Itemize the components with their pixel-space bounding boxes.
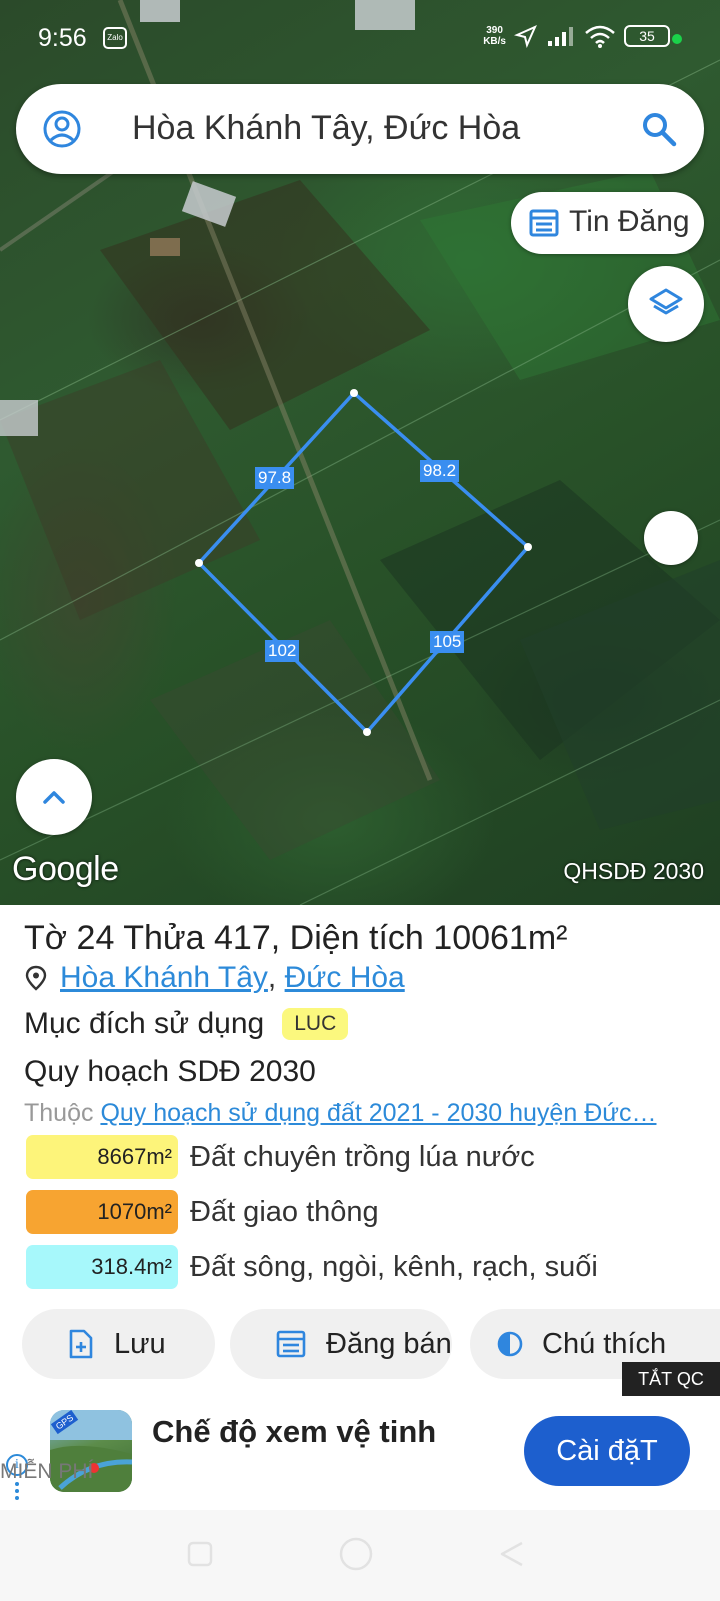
land-use-area: 318.4m² <box>26 1245 178 1289</box>
plan-source: Thuộc Quy hoạch sử dụng đất 2021 - 2030 … <box>24 1099 657 1127</box>
land-use-area: 1070m² <box>26 1190 178 1234</box>
google-logo: Google <box>12 850 119 888</box>
land-use-row: 1070m² Đất giao thông <box>26 1190 379 1234</box>
edge-label: 97.8 <box>255 467 295 489</box>
land-use-row: 8667m² Đất chuyên trồng lúa nước <box>26 1135 535 1179</box>
active-layer-name: QHSDĐ 2030 <box>563 858 704 884</box>
ad-options-icon[interactable] <box>15 1482 19 1503</box>
parcel-title: Tờ 24 Thửa 417, Diện tích 10061m² <box>24 919 568 957</box>
ad-title: Chế độ xem vệ tinh <box>152 1414 437 1449</box>
overlay-opacity-slider-handle[interactable] <box>644 511 698 565</box>
account-icon[interactable] <box>42 109 82 149</box>
map-layers-button[interactable] <box>628 266 704 342</box>
land-use-label: Đất giao thông <box>190 1195 379 1228</box>
land-use-label: Đất sông, ngòi, kênh, rạch, suối <box>190 1250 598 1283</box>
expand-sheet-button[interactable] <box>16 759 92 835</box>
ad-subtitle: MIỄN PHÍ <box>0 1460 94 1483</box>
contrast-icon <box>497 1331 523 1357</box>
plot-number: 417 <box>214 919 271 957</box>
land-use-row: 318.4m² Đất sông, ngòi, kênh, rạch, suối <box>26 1245 598 1289</box>
location-arrow-icon <box>514 25 537 48</box>
sheet-number: 24 <box>76 919 115 957</box>
purpose-code-badge: LUC <box>282 1008 349 1040</box>
post-sale-button[interactable]: Đăng bán <box>230 1309 452 1379</box>
news-listings-label: Tin Đăng <box>569 205 690 238</box>
satellite-map[interactable]: 97.8 98.2 102 105 9:56 Zalo 390 KB/s 35 <box>0 0 720 905</box>
plan-source-link[interactable]: Quy hoạch sử dụng đất 2021 - 2030 huyện … <box>100 1099 656 1127</box>
parcel-area: 10061m² <box>433 919 568 957</box>
back-icon[interactable] <box>498 1540 526 1568</box>
land-use-area: 8667m² <box>26 1135 178 1179</box>
install-button[interactable]: Cài đặT <box>524 1416 690 1486</box>
zalo-notification-icon: Zalo <box>103 27 127 49</box>
land-use-purpose: Mục đích sử dụng LUC <box>24 1007 349 1041</box>
layers-icon <box>649 288 683 315</box>
edge-label: 105 <box>430 631 465 653</box>
search-icon[interactable] <box>640 110 678 148</box>
search-input[interactable]: Hòa Khánh Tây, Đức Hòa <box>132 109 520 148</box>
battery-indicator: 35 <box>624 25 670 47</box>
system-navigation-bar <box>0 1510 720 1601</box>
parcel-address: Hòa Khánh Tây, Đức Hòa <box>24 961 405 995</box>
planning-title: Quy hoạch SDĐ 2030 <box>24 1055 316 1088</box>
news-listings-button[interactable]: Tin Đăng <box>511 192 704 254</box>
file-add-icon <box>69 1329 93 1359</box>
chevron-up-icon <box>43 791 65 804</box>
edge-label: 102 <box>265 640 300 662</box>
home-icon[interactable] <box>338 1536 374 1572</box>
edge-label: 98.2 <box>420 460 460 482</box>
land-use-label: Đất chuyên trồng lúa nước <box>190 1140 535 1173</box>
signal-icon <box>548 27 573 46</box>
district-link[interactable]: Đức Hòa <box>285 961 405 995</box>
close-ad-button[interactable]: TẮT QC <box>622 1362 720 1396</box>
listings-icon <box>276 1330 306 1358</box>
save-button[interactable]: Lưu <box>22 1309 215 1379</box>
status-bar: 9:56 Zalo 390 KB/s 35 <box>0 0 720 80</box>
commune-link[interactable]: Hòa Khánh Tây <box>60 961 268 995</box>
privacy-dot <box>672 34 682 44</box>
location-pin-icon <box>25 965 47 991</box>
network-speed: 390 KB/s <box>483 25 506 47</box>
ad-banner[interactable]: i GPS Chế độ xem vệ tinh MIỄN PHÍ Cài đặ… <box>0 1396 720 1510</box>
action-chips: Lưu Đăng bán Chú thích <box>22 1309 720 1379</box>
listings-icon <box>529 209 559 237</box>
parcel-info-sheet: Tờ 24 Thửa 417, Diện tích 10061m² Hòa Kh… <box>0 905 720 1395</box>
wifi-icon <box>585 25 615 48</box>
search-bar[interactable]: Hòa Khánh Tây, Đức Hòa <box>16 84 704 174</box>
status-indicators: 390 KB/s 35 <box>483 24 670 48</box>
status-time: 9:56 <box>38 24 87 52</box>
recent-apps-icon[interactable] <box>186 1540 214 1568</box>
